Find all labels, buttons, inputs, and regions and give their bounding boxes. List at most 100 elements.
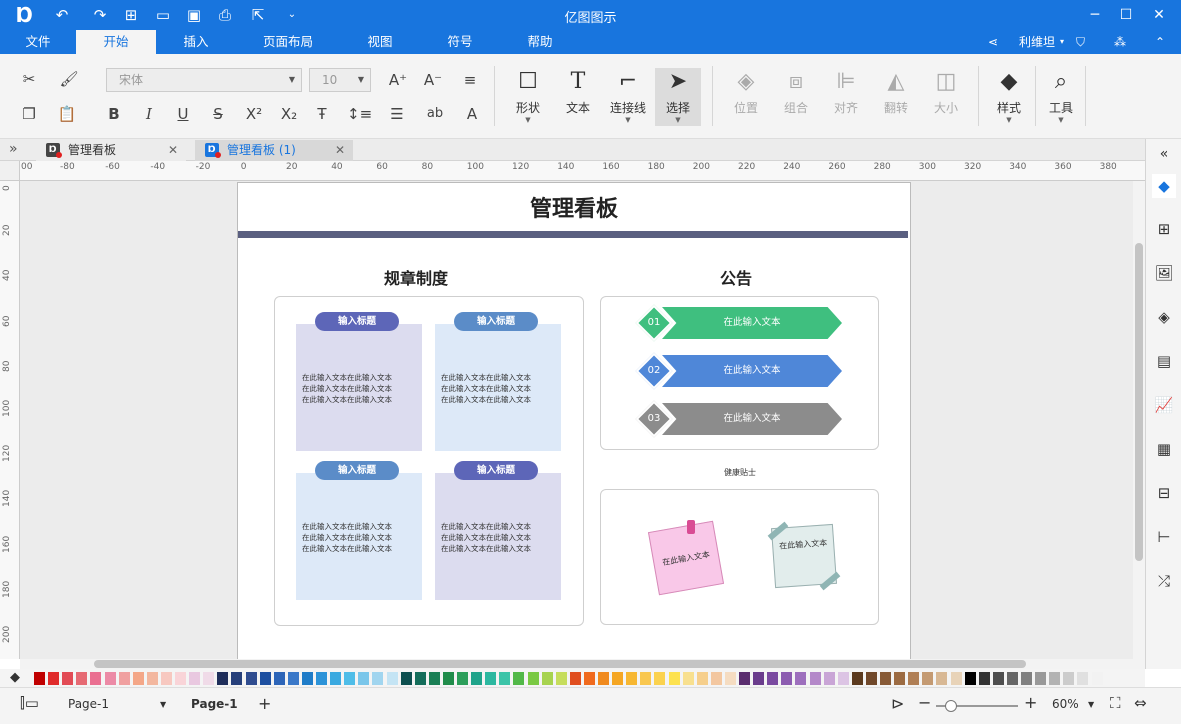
shuffle-icon[interactable]: ⤮ <box>1152 569 1176 593</box>
rules-section-title[interactable]: 规章制度 <box>384 265 448 289</box>
color-swatch[interactable] <box>1077 672 1089 685</box>
user-name[interactable]: 利维坦 <box>1019 30 1055 54</box>
notice-arrow[interactable]: 在此输入文本 <box>662 355 842 387</box>
color-swatch[interactable] <box>851 672 863 685</box>
color-swatch[interactable] <box>880 672 891 685</box>
color-swatch[interactable] <box>936 672 948 685</box>
flip-button[interactable]: ◭ 翻转 <box>873 68 919 126</box>
bullet-list-icon[interactable]: ☰ <box>385 102 409 126</box>
notice-section-title[interactable]: 公告 <box>720 265 752 289</box>
color-swatch[interactable] <box>527 672 539 685</box>
color-swatch[interactable] <box>76 672 88 685</box>
new-icon[interactable]: ⊞ <box>121 5 141 25</box>
fill-bucket-icon[interactable]: ◆ <box>10 670 20 685</box>
color-swatch[interactable] <box>104 672 116 685</box>
color-swatch[interactable] <box>1006 672 1018 685</box>
color-swatch[interactable] <box>132 672 144 685</box>
color-swatch[interactable] <box>922 672 934 685</box>
color-swatch[interactable] <box>316 672 327 685</box>
bold-icon[interactable]: B <box>102 102 126 126</box>
color-swatch[interactable] <box>118 672 130 685</box>
collapse-panel-icon[interactable]: « <box>1152 142 1176 166</box>
color-swatch[interactable] <box>640 672 652 685</box>
color-swatch[interactable] <box>372 672 384 685</box>
zoom-out-icon[interactable]: − <box>918 693 931 712</box>
cut-icon[interactable]: ✂ <box>17 67 41 91</box>
zoom-slider-handle[interactable] <box>945 700 957 712</box>
text-box-icon[interactable]: ⊢ <box>1152 525 1176 549</box>
color-swatch[interactable] <box>809 672 821 685</box>
color-swatch[interactable] <box>287 672 299 685</box>
format-painter-icon[interactable]: 🖌 <box>57 67 81 91</box>
color-swatch[interactable] <box>457 672 468 685</box>
notice-item[interactable]: 在此输入文本 02 <box>635 352 846 390</box>
color-swatch[interactable] <box>160 672 172 685</box>
card-text[interactable]: 在此输入文本在此输入文本 在此输入文本在此输入文本 在此输入文本在此输入文本 <box>302 521 420 554</box>
scroll-thumb[interactable] <box>94 660 1026 668</box>
card-heading[interactable]: 输入标题 <box>454 312 538 331</box>
color-swatch[interactable] <box>724 672 736 685</box>
card-text[interactable]: 在此输入文本在此输入文本 在此输入文本在此输入文本 在此输入文本在此输入文本 <box>441 372 559 405</box>
collapse-ribbon-icon[interactable]: ⌃ <box>1155 30 1165 54</box>
color-swatch[interactable] <box>767 672 779 685</box>
color-swatch[interactable] <box>598 672 609 685</box>
document-tab-active[interactable]: Ɒ 管理看板 (1) ✕ <box>195 140 353 161</box>
close-tab-icon[interactable]: ✕ <box>335 140 345 161</box>
color-swatch[interactable] <box>146 672 158 685</box>
horizontal-ruler[interactable]: 00 -80 -60 -40 -20 0 20 40 60 80 100 120 140 160 180 20… <box>20 161 1145 181</box>
fit-width-icon[interactable]: ⇔ <box>1134 694 1147 712</box>
table-icon[interactable]: ▦ <box>1152 437 1176 461</box>
color-swatch[interactable] <box>428 672 440 685</box>
color-swatch[interactable] <box>1035 672 1047 685</box>
menu-tab-home[interactable]: 开始 <box>76 30 156 54</box>
color-swatch[interactable] <box>781 672 793 685</box>
app-logo-icon[interactable]: Ɒ <box>14 4 36 26</box>
color-swatch[interactable] <box>344 672 356 685</box>
position-button[interactable]: ◈ 位置 <box>723 68 769 126</box>
print-icon[interactable]: ⎙ <box>215 5 235 25</box>
play-icon[interactable]: ⊳ <box>891 694 904 713</box>
vertical-scrollbar[interactable] <box>1133 181 1145 659</box>
page-panel-icon[interactable]: ⫿▭ <box>20 694 39 712</box>
color-swatch[interactable] <box>34 672 45 685</box>
export-icon[interactable]: ⇱ <box>248 5 268 25</box>
color-swatch[interactable] <box>1091 672 1103 685</box>
redo-icon[interactable]: ↷ <box>90 5 110 25</box>
chart-icon[interactable]: 📈 <box>1152 393 1176 417</box>
underline-icon[interactable]: U <box>171 102 195 126</box>
font-family-select[interactable]: 宋体 ▼ <box>106 68 302 92</box>
page-icon[interactable]: ▤ <box>1152 349 1176 373</box>
color-swatch[interactable] <box>908 672 920 685</box>
strikethrough-icon[interactable]: S <box>206 102 230 126</box>
close-window-icon[interactable]: ✕ <box>1147 4 1171 26</box>
scroll-thumb[interactable] <box>1135 243 1143 561</box>
align-text-icon[interactable]: ≡ <box>458 68 482 92</box>
color-swatch[interactable] <box>414 672 426 685</box>
color-swatch[interactable] <box>48 672 60 685</box>
color-swatch[interactable] <box>992 672 1004 685</box>
color-swatch[interactable] <box>499 672 511 685</box>
color-swatch[interactable] <box>231 672 243 685</box>
color-swatch[interactable] <box>583 672 595 685</box>
color-swatch[interactable] <box>175 672 186 685</box>
notice-container[interactable]: 在此输入文本 01 在此输入文本 02 在此输入文本 03 <box>600 296 879 450</box>
select-tool-button[interactable]: ➤ 选择 ▼ <box>655 68 701 126</box>
color-swatch[interactable] <box>865 672 877 685</box>
board-title[interactable]: 管理看板 <box>238 191 910 223</box>
horizontal-scrollbar[interactable] <box>20 659 1145 669</box>
color-swatch[interactable] <box>259 672 271 685</box>
notice-item[interactable]: 在此输入文本 01 <box>635 304 846 342</box>
card-heading[interactable]: 输入标题 <box>315 312 399 331</box>
card-heading[interactable]: 输入标题 <box>315 461 399 480</box>
image-icon[interactable]: 🖼 <box>1152 261 1176 285</box>
increase-font-icon[interactable]: A⁺ <box>386 68 410 92</box>
color-swatch[interactable] <box>626 672 638 685</box>
shape-tool-button[interactable]: ☐ 形状 ▼ <box>505 68 551 126</box>
close-tab-icon[interactable]: ✕ <box>168 140 178 161</box>
color-swatch[interactable] <box>964 672 976 685</box>
color-swatch[interactable] <box>513 672 525 685</box>
share-icon[interactable]: ⋖ <box>988 30 998 54</box>
color-swatch[interactable] <box>442 672 454 685</box>
zoom-dropdown-icon[interactable]: ▼ <box>1088 700 1094 709</box>
color-swatch[interactable] <box>668 672 680 685</box>
